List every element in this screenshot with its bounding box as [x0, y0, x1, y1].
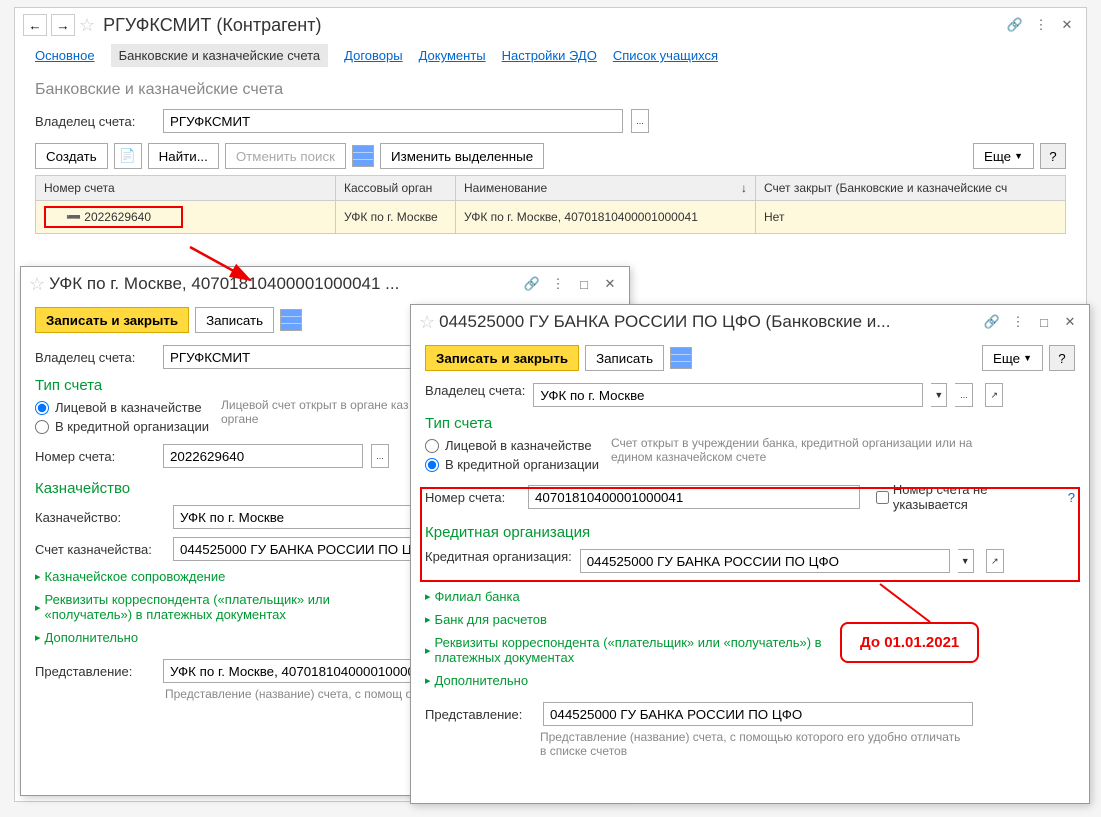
- owner-label: Владелец счета:: [425, 383, 525, 398]
- maximize-icon[interactable]: □: [573, 273, 595, 295]
- cell-account: 2022629640: [84, 210, 151, 224]
- help-button[interactable]: ?: [1049, 345, 1075, 371]
- maximize-icon[interactable]: □: [1033, 311, 1055, 333]
- owner-select-button[interactable]: ...: [631, 109, 649, 133]
- credit-label: Кредитная организация:: [425, 549, 572, 564]
- owner-label: Владелец счета:: [35, 350, 155, 365]
- list-icon[interactable]: [280, 309, 302, 331]
- tab-edo[interactable]: Настройки ЭДО: [502, 44, 597, 67]
- tab-accounts[interactable]: Банковские и казначейские счета: [111, 44, 329, 67]
- more-button[interactable]: Еще ▼: [982, 345, 1043, 371]
- copy-button[interactable]: 📄: [114, 143, 142, 169]
- type-header: Тип счета: [425, 411, 1075, 436]
- account-label: Номер счета:: [35, 449, 155, 464]
- window-title: РГУФКСМИТ (Контрагент): [103, 15, 1000, 36]
- find-button[interactable]: Найти...: [148, 143, 219, 169]
- create-button[interactable]: Создать: [35, 143, 108, 169]
- callout-connector: [870, 582, 950, 627]
- change-selected-button[interactable]: Изменить выделенные: [380, 143, 544, 169]
- list-icon[interactable]: [670, 347, 692, 369]
- repr-label: Представление:: [35, 664, 155, 679]
- red-callout: До 01.01.2021: [840, 622, 979, 663]
- col-name[interactable]: Наименование↓: [456, 176, 756, 201]
- tab-contracts[interactable]: Договоры: [344, 44, 402, 67]
- credit-open[interactable]: ↗: [986, 549, 1004, 573]
- treasury-label: Казначейство:: [35, 510, 165, 525]
- help-link[interactable]: ?: [1068, 490, 1075, 505]
- section-title: Банковские и казначейские счета: [15, 75, 1086, 105]
- treasury-input[interactable]: [173, 505, 413, 529]
- more-button[interactable]: Еще ▼: [973, 143, 1034, 169]
- favorite-icon[interactable]: ☆: [419, 312, 435, 333]
- tab-main[interactable]: Основное: [35, 44, 95, 67]
- treasury-acc-label: Счет казначейства:: [35, 542, 165, 557]
- repr-input[interactable]: [543, 702, 973, 726]
- close-icon[interactable]: ✕: [1059, 311, 1081, 333]
- list-icon[interactable]: [352, 145, 374, 167]
- cell-kassa: УФК по г. Москве: [336, 201, 456, 234]
- table-row[interactable]: ➖ 2022629640 УФК по г. Москве УФК по г. …: [36, 201, 1066, 234]
- owner-drop[interactable]: ▼: [931, 383, 947, 407]
- treasury-acc-input[interactable]: [173, 537, 443, 561]
- link-icon[interactable]: 🔗: [981, 311, 1003, 333]
- link-icon[interactable]: 🔗: [1004, 14, 1026, 36]
- owner-dots[interactable]: ...: [955, 383, 973, 407]
- radio-credit[interactable]: [35, 420, 49, 434]
- cell-closed: Нет: [756, 201, 1066, 234]
- save-button[interactable]: Записать: [585, 345, 664, 371]
- account-label: Номер счета:: [425, 490, 520, 505]
- sub2-title: 044525000 ГУ БАНКА РОССИИ ПО ЦФО (Банков…: [439, 312, 977, 332]
- expand-additional[interactable]: ▸Дополнительно: [425, 669, 1075, 692]
- radio-hint: Счет открыт в учреждении банка, кредитно…: [611, 436, 991, 464]
- tab-documents[interactable]: Документы: [419, 44, 486, 67]
- radio-treasury[interactable]: [35, 401, 49, 415]
- favorite-icon[interactable]: ☆: [29, 274, 45, 295]
- col-account[interactable]: Номер счета: [36, 176, 336, 201]
- save-close-button[interactable]: Записать и закрыть: [425, 345, 579, 371]
- expand-branch[interactable]: ▸Филиал банка: [425, 585, 1075, 608]
- accounts-table: Номер счета Кассовый орган Наименование↓…: [35, 175, 1066, 234]
- owner-input[interactable]: [533, 383, 923, 407]
- repr-hint: Представление (название) счета, с помощь…: [540, 730, 970, 758]
- col-closed[interactable]: Счет закрыт (Банковские и казначейские с…: [756, 176, 1066, 201]
- radio-credit[interactable]: [425, 458, 439, 472]
- help-button[interactable]: ?: [1040, 143, 1066, 169]
- link-icon[interactable]: 🔗: [521, 273, 543, 295]
- col-kassa[interactable]: Кассовый орган: [336, 176, 456, 201]
- cancel-search-button[interactable]: Отменить поиск: [225, 143, 346, 169]
- tab-students[interactable]: Список учащихся: [613, 44, 718, 67]
- repr-label: Представление:: [425, 707, 535, 722]
- no-account-checkbox[interactable]: [876, 491, 889, 504]
- tabs-bar: Основное Банковские и казначейские счета…: [15, 42, 1086, 75]
- owner-label: Владелец счета:: [35, 114, 155, 129]
- radio-treasury[interactable]: [425, 439, 439, 453]
- owner-input[interactable]: [163, 345, 423, 369]
- credit-input[interactable]: [580, 549, 950, 573]
- close-icon[interactable]: ✕: [599, 273, 621, 295]
- owner-input[interactable]: [163, 109, 623, 133]
- no-account-label: Номер счета не указывается: [893, 482, 1056, 512]
- owner-open[interactable]: ↗: [985, 383, 1003, 407]
- nav-back-button[interactable]: ←: [23, 14, 47, 36]
- account-input[interactable]: [163, 444, 363, 468]
- nav-forward-button[interactable]: →: [51, 14, 75, 36]
- radio-hint: Лицевой счет открыт в органе каз органе: [221, 398, 421, 426]
- menu-icon[interactable]: ⋮: [547, 273, 569, 295]
- cell-name: УФК по г. Москве, 40701810400001000041: [456, 201, 756, 234]
- repr-input[interactable]: [163, 659, 443, 683]
- sub1-title: УФК по г. Москве, 40701810400001000041 .…: [49, 274, 517, 294]
- account-input[interactable]: [528, 485, 860, 509]
- menu-icon[interactable]: ⋮: [1007, 311, 1029, 333]
- close-icon[interactable]: ✕: [1056, 14, 1078, 36]
- credit-header: Кредитная организация: [425, 520, 1075, 545]
- save-button[interactable]: Записать: [195, 307, 274, 333]
- favorite-icon[interactable]: ☆: [79, 15, 95, 36]
- red-arrow-annotation: [185, 242, 265, 287]
- credit-drop[interactable]: ▼: [958, 549, 974, 573]
- account-select[interactable]: ...: [371, 444, 389, 468]
- menu-icon[interactable]: ⋮: [1030, 14, 1052, 36]
- save-close-button[interactable]: Записать и закрыть: [35, 307, 189, 333]
